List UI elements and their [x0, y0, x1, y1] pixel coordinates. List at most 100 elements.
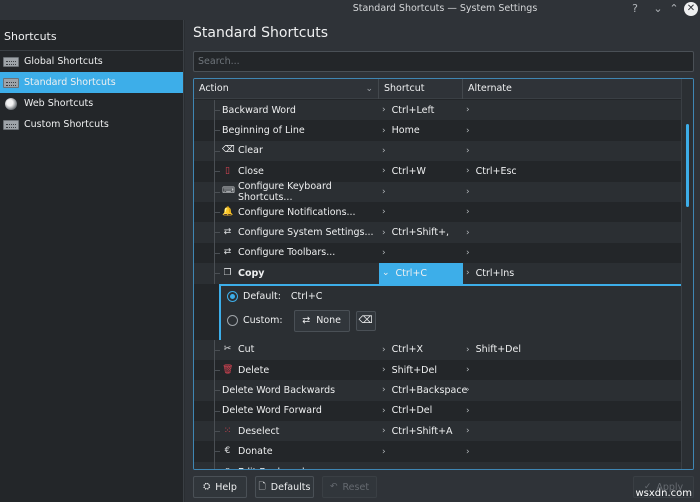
shortcut-cell[interactable]: › Ctrl+Del	[379, 401, 463, 421]
sidebar-item-standard-shortcuts[interactable]: Standard Shortcuts	[0, 72, 183, 93]
table-row[interactable]: ▯ Edit Bookmarks... › ›	[194, 461, 682, 469]
alternate-cell[interactable]: › Shift+Del	[463, 340, 682, 360]
action-label: Configure Toolbars...	[238, 247, 336, 259]
chevron-right-icon: ›	[382, 467, 386, 469]
alternate-cell[interactable]: › Ctrl+Esc	[463, 161, 682, 181]
table-row[interactable]: ⁙ Deselect › Ctrl+Shift+A ›	[194, 421, 682, 442]
alternate-cell[interactable]: ›	[463, 182, 682, 202]
chevron-right-icon: ›	[466, 365, 470, 376]
action-cell: Beginning of Line	[194, 120, 379, 140]
reset-button[interactable]: ↶ Reset	[322, 476, 377, 498]
sidebar-item-label: Web Shortcuts	[24, 98, 94, 109]
shortcut-cell-value: Ctrl+Left	[391, 104, 435, 116]
table-row[interactable]: € Donate › ›	[194, 441, 682, 462]
shortcut-cell[interactable]: ›	[379, 441, 463, 461]
chevron-right-icon: ›	[382, 446, 386, 457]
column-header-action[interactable]: Action ⌄	[194, 79, 379, 99]
table-row[interactable]: ✂ Cut › Ctrl+X › Shift+Del	[194, 339, 682, 360]
defaults-button[interactable]: 🗋 Defaults	[255, 476, 314, 498]
table-row[interactable]: ⇄ Configure Toolbars... › ›	[194, 242, 682, 264]
chevron-right-icon: ›	[382, 405, 386, 416]
alternate-cell[interactable]: ›	[463, 441, 682, 461]
action-label: Clear	[238, 145, 263, 157]
column-header-alternate[interactable]: Alternate	[463, 79, 682, 99]
sidebar-item-label: Custom Shortcuts	[24, 119, 109, 130]
table-row[interactable]: Beginning of Line › Home ›	[194, 120, 682, 141]
shortcut-cell[interactable]: ›	[379, 462, 463, 469]
clear-shortcut-button[interactable]: ⌫	[355, 310, 376, 331]
table-row[interactable]: ⌫ Clear › ›	[194, 140, 682, 162]
vertical-scrollbar[interactable]	[681, 79, 693, 469]
alternate-cell[interactable]: ›	[463, 360, 682, 380]
sidebar-item-label: Global Shortcuts	[24, 56, 103, 67]
sidebar-item-custom-shortcuts[interactable]: Custom Shortcuts	[0, 114, 183, 135]
table-row[interactable]: Delete Word Forward › Ctrl+Del ›	[194, 400, 682, 422]
table-row[interactable]: ⇄ Configure System Settings... › Ctrl+Shift…	[194, 222, 682, 243]
close-icon[interactable]: ✕	[684, 2, 698, 16]
alternate-cell[interactable]: ›	[463, 202, 682, 222]
sidebar-item-global-shortcuts[interactable]: Global Shortcuts	[0, 51, 183, 72]
custom-radio[interactable]	[227, 315, 238, 327]
custom-shortcut-button[interactable]: ⇄ None	[293, 309, 350, 332]
table-row[interactable]: 🗑 Delete › Shift+Del ›	[194, 359, 682, 381]
minimize-icon[interactable]: ⌄	[651, 2, 665, 16]
alternate-cell[interactable]: ›	[463, 421, 682, 441]
action-label: Delete Word Forward	[222, 405, 322, 417]
column-header-label: Shortcut	[384, 83, 425, 94]
alternate-cell[interactable]: ›	[463, 222, 682, 242]
tree-guide-line	[214, 461, 215, 469]
shortcut-cell[interactable]: › Ctrl+Backspace	[379, 380, 467, 400]
default-label: Default:	[243, 290, 281, 302]
column-header-shortcut[interactable]: Shortcut	[379, 79, 463, 99]
table-row[interactable]: ▯ Close › Ctrl+W › Ctrl+Esc	[194, 161, 682, 182]
maximize-icon[interactable]: ⌃	[667, 2, 681, 16]
table-row[interactable]: Delete Word Backwards › Ctrl+Backspace ›	[194, 380, 682, 401]
alternate-cell[interactable]: ›	[463, 380, 682, 400]
help-button[interactable]: ⛭ Help	[193, 476, 247, 498]
shortcut-cell[interactable]: ›	[379, 141, 463, 161]
alternate-cell[interactable]: ›	[463, 243, 682, 263]
sort-chevron-icon: ⌄	[365, 84, 373, 94]
shortcut-cell[interactable]: ›	[379, 243, 463, 263]
chevron-right-icon: ›	[382, 247, 386, 258]
custom-label: Custom:	[243, 315, 283, 327]
action-label: Delete	[238, 364, 270, 376]
bookmark-icon: ▯	[222, 467, 233, 469]
alternate-cell[interactable]: ›	[463, 120, 682, 140]
tree-branch-line	[214, 171, 220, 173]
shortcut-cell-value: Ctrl+X	[391, 344, 423, 356]
default-option[interactable]: Default: Ctrl+C	[227, 290, 322, 302]
alternate-cell[interactable]: ›	[463, 462, 682, 469]
alternate-cell[interactable]: ›	[463, 401, 682, 421]
shortcut-cell[interactable]: › Home	[379, 120, 463, 140]
scrollbar-thumb[interactable]	[686, 124, 689, 207]
euro-icon: €	[224, 446, 231, 457]
alternate-cell[interactable]: ›	[463, 141, 682, 161]
sidebar-item-web-shortcuts[interactable]: Web Shortcuts	[0, 93, 183, 114]
help-icon[interactable]: ?	[628, 2, 642, 16]
shortcut-cell[interactable]: › Shift+Del	[379, 360, 463, 380]
action-label: Configure Keyboard Shortcuts...	[238, 180, 332, 203]
shortcut-cell[interactable]: › Ctrl+Shift+A	[379, 421, 463, 441]
tree-branch-line	[214, 232, 220, 234]
shortcut-cell[interactable]: ›	[379, 182, 463, 202]
shortcut-cell[interactable]: › Ctrl+X	[379, 340, 463, 360]
close-document-icon: ▯	[225, 165, 230, 176]
table-row[interactable]: ❐ Copy ⌄ Ctrl+C › Ctrl+Ins	[194, 263, 682, 284]
table-row[interactable]: 🔔 Configure Notifications... › ›	[194, 201, 682, 223]
table-row[interactable]: ⌨ Configure Keyboard Shortcuts... › ›	[194, 180, 682, 203]
action-label: Backward Word	[222, 104, 296, 116]
search-input[interactable]	[193, 51, 694, 72]
table-row[interactable]: Backward Word › Ctrl+Left ›	[194, 100, 682, 121]
tree-branch-line	[214, 410, 220, 412]
shortcut-cell[interactable]: › Ctrl+Left	[379, 100, 463, 120]
alternate-cell[interactable]: ›	[463, 100, 682, 120]
globe-icon	[5, 97, 17, 110]
shortcut-cell[interactable]: › Ctrl+W	[379, 161, 463, 181]
configure-icon: ⇄	[223, 227, 232, 238]
default-radio[interactable]	[227, 290, 238, 302]
shortcut-cell[interactable]: ›	[379, 202, 463, 222]
shortcut-cell[interactable]: ⌄ Ctrl+C	[379, 263, 463, 284]
shortcut-cell[interactable]: › Ctrl+Shift+,	[379, 222, 463, 242]
alternate-cell[interactable]: › Ctrl+Ins	[463, 263, 682, 283]
